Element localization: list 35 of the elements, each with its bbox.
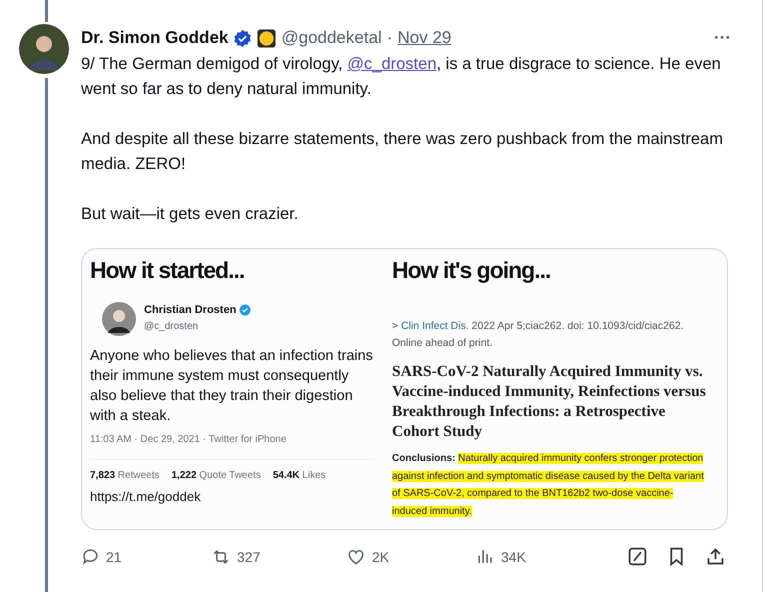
url-text: https://t.me/goddek [90,489,202,504]
verified-badge-icon [233,28,252,48]
tweet-stat: 1,222 Quote Tweets [172,470,261,481]
avatar[interactable] [18,24,68,74]
repost-button[interactable]: 327 [211,546,346,566]
paper-title: SARS-CoV-2 Naturally Acquired Immunity vs. Vaccine-induced Immunity, Reinfections versus Breakthrough Infections: a Retrospective Cohort Study [392,362,707,442]
quoted-tweet-text: Anyone who believes that an infection trains their immune system must consequently also believe that they train their digestion with a steak. [90,347,374,426]
tweet-text: 9/ The German demigod of virology, @c_drosten, is a true disgrace to science. He even went so far as to deny natural immunity. [81,54,722,100]
avatar [102,302,136,336]
reply-button[interactable]: 21 [81,546,211,566]
share-icon[interactable] [705,546,726,567]
views-button[interactable]: 34K [476,546,606,566]
affiliate-badge-icon [257,28,276,48]
verified-badge-icon [239,304,252,316]
more-icon[interactable]: ··· [714,28,731,48]
bar-chart-icon [476,547,495,566]
tweet-text: But wait—it gets even crazier. [81,204,300,225]
image-heading: How it's going... [392,257,552,284]
user-handle: @c_drosten [144,321,198,332]
like-button[interactable]: 2K [346,546,476,566]
author-name: Christian Drosten [144,304,236,316]
tweet-stat: 54.4K Likes [272,470,326,481]
tweet-stat: 7,823 Retweets [90,470,160,481]
author-name[interactable]: Dr. Simon Goddek [81,28,228,48]
citation-text: > Clin Infect Dis. 2022 Apr 5;ciac262. doi: 10.1093/cid/ciac262. Online ahead of print. [392,319,685,351]
conclusion-text: Conclusions: Naturally acquired immunity confers stronger protection against infection and symptomatic disease caused by the Delta variant of SARS-CoV-2, compared to the BNT162b2 two-dose vaccine-induced immunity. [392,452,705,518]
mention-link[interactable]: @c_drosten [347,55,436,73]
separator-dot: · [386,28,392,48]
media-card[interactable] [81,248,728,530]
tweet-text: And despite all these bizarre statements, there was zero pushback from the mainstream media. ZERO! [81,129,724,175]
speech-bubble-icon [81,547,100,566]
tweet-date[interactable]: Nov 29 [397,28,452,48]
image-heading: How it started... [90,257,246,284]
user-handle[interactable]: @goddeketal [281,28,382,48]
tweet-timestamp: 11:03 AM · Dec 29, 2021 · Twitter for iPhone [90,434,374,460]
